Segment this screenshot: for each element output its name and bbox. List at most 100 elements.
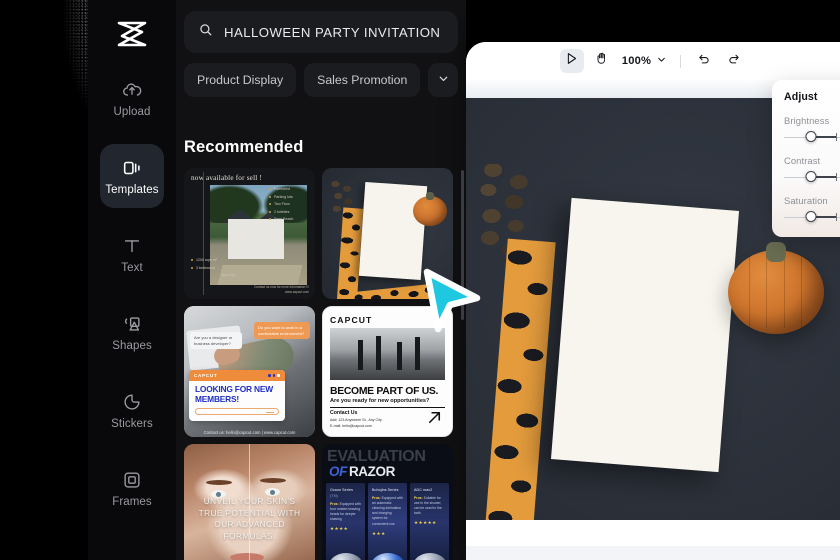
- template-photo: [330, 328, 445, 380]
- template-footer: Contact us now for more information !!! …: [254, 285, 309, 295]
- slider-thumb[interactable]: [805, 211, 817, 222]
- sidebar-item-frames[interactable]: Frames: [100, 456, 164, 520]
- frames-icon: [121, 468, 143, 492]
- text-icon: [121, 234, 143, 258]
- filter-expand-button[interactable]: [428, 63, 458, 97]
- slider-tick: [835, 173, 838, 181]
- section-title: Recommended: [184, 138, 304, 156]
- slider-tick: [835, 133, 838, 141]
- sidebar-item-shapes[interactable]: Shapes: [100, 300, 164, 364]
- slider-thumb[interactable]: [805, 131, 817, 142]
- saturation-slider[interactable]: [784, 211, 840, 223]
- template-card-skincare[interactable]: UNVEIL YOUR SKIN'S TRUE POTENTIAL WITH O…: [184, 444, 315, 560]
- hand-icon: [594, 51, 609, 71]
- sidebar-item-label: Text: [121, 261, 143, 274]
- panel-scrollbar[interactable]: [461, 170, 464, 320]
- template-headline: LOOKING FOR NEW MEMBERS!: [195, 384, 273, 404]
- sidebar-item-templates[interactable]: Templates: [100, 144, 164, 208]
- adjust-panel: Adjust Brightness Contrast Saturation: [772, 80, 840, 237]
- select-tool-button[interactable]: [559, 49, 584, 73]
- slider-tick: [835, 213, 838, 221]
- template-grid: now available for sell ! Furnished Parki…: [184, 168, 466, 560]
- template-input-decor: [195, 408, 279, 415]
- search-value: HALLOWEEN PARTY INVITATION: [224, 24, 441, 40]
- pumpkin-decor: [728, 242, 824, 334]
- redo-icon: [727, 52, 741, 71]
- slider-label: Brightness: [784, 115, 830, 126]
- adjust-row-brightness: Brightness: [784, 115, 840, 143]
- undo-icon: [697, 52, 711, 71]
- left-nav-rail: Upload Templates Text Shapes Stickers Fr…: [88, 0, 176, 560]
- speech-bubble-left: Are you a designer or business developer…: [190, 332, 242, 350]
- slider-label: Contrast: [784, 155, 821, 166]
- sidebar-item-label: Shapes: [112, 339, 152, 352]
- rail-items: Upload Templates Text Shapes Stickers Fr…: [88, 66, 176, 534]
- sidebar-item-label: Frames: [112, 495, 152, 508]
- template-feature-list: Furnished Parking lots Two Floor 2 toile…: [269, 187, 309, 225]
- template-headline: UNVEIL YOUR SKIN'S TRUE POTENTIAL WITH O…: [198, 496, 301, 541]
- template-card-real-estate[interactable]: now available for sell ! Furnished Parki…: [184, 168, 315, 299]
- template-contact-lines: Add: 123 Anywhere St., Any City E-mail: …: [330, 418, 382, 428]
- search-input[interactable]: HALLOWEEN PARTY INVITATION: [184, 11, 458, 53]
- template-bullet-list: 1200 sqm m² 3 bedrooms Any City: [191, 258, 235, 281]
- template-brand: CAPCUT: [194, 373, 218, 379]
- canvas-footer: [466, 520, 840, 560]
- template-contact-title: Contact Us: [330, 410, 358, 416]
- canvas-toolbar: 100%: [466, 42, 840, 80]
- template-callout-card: CAPCUT LOOKING FOR NEW MEMBERS!: [189, 370, 285, 421]
- template-card-razor-evaluation[interactable]: EVALUATION OF RAZOR Ocaun Series (TM) Pro…: [322, 444, 453, 560]
- template-brand: CAPCUT: [330, 315, 373, 325]
- arrow-up-right-icon: [425, 408, 444, 427]
- sticker-icon: [121, 390, 143, 414]
- comparison-column: ADC max2 Pros: Suitable for use in the s…: [410, 483, 449, 560]
- sidebar-item-upload[interactable]: Upload: [100, 66, 164, 130]
- dots-decor: [268, 374, 280, 377]
- redo-button[interactable]: [722, 49, 746, 73]
- sidebar-item-label: Stickers: [111, 417, 153, 430]
- template-title-bottom: OF RAZOR: [329, 464, 395, 479]
- comparison-columns: Ocaun Series (TM) Pros: Equipped with fo…: [326, 483, 449, 560]
- chevron-down-icon: [656, 52, 667, 70]
- chevron-down-icon: [437, 72, 450, 88]
- template-card-halloween-invitation[interactable]: [322, 168, 453, 299]
- sidebar-item-label: Templates: [105, 183, 159, 196]
- contrast-slider[interactable]: [784, 171, 840, 183]
- templates-panel: HALLOWEEN PARTY INVITATION Product Displ…: [176, 0, 466, 560]
- filter-chip-row: Product Display Sales Promotion: [184, 63, 458, 97]
- adjust-row-saturation: Saturation: [784, 195, 840, 223]
- slider-label: Saturation: [784, 195, 828, 206]
- shapes-icon: [121, 312, 143, 336]
- sidebar-item-label: Upload: [113, 105, 151, 118]
- templates-icon: [121, 156, 143, 180]
- comparison-column: Ocaun Series (TM) Pros: Equipped with fo…: [326, 483, 365, 560]
- blank-invitation-card[interactable]: [550, 197, 740, 473]
- app-root: Upload Templates Text Shapes Stickers Fr…: [0, 0, 840, 560]
- template-subhead: Are you ready for new opportunities?: [330, 398, 430, 404]
- template-card-new-members[interactable]: Are you a designer or business developer…: [184, 306, 315, 437]
- upload-cloud-icon: [121, 78, 143, 102]
- template-card-become-part-of-us[interactable]: CAPCUT BECOME PART OF US. Are you ready …: [322, 306, 453, 437]
- sidebar-item-text[interactable]: Text: [100, 222, 164, 286]
- filter-chip-sales-promotion[interactable]: Sales Promotion: [304, 63, 421, 97]
- zoom-control[interactable]: 100%: [620, 52, 669, 70]
- cursor-arrow-icon: [564, 51, 579, 71]
- adjust-title: Adjust: [784, 91, 818, 103]
- blank-invitation-card: [358, 181, 428, 281]
- zoom-level-value: 100%: [621, 55, 652, 67]
- comparison-column: Bohojins Series Pros: Equipped with an a…: [368, 483, 407, 560]
- slider-thumb[interactable]: [805, 171, 817, 182]
- filter-chip-product-display[interactable]: Product Display: [184, 63, 297, 97]
- capcut-logo-icon[interactable]: [88, 14, 176, 54]
- template-headline: now available for sell !: [191, 174, 263, 182]
- adjust-row-contrast: Contrast: [784, 155, 840, 183]
- brightness-slider[interactable]: [784, 131, 840, 143]
- toolbar-divider: [680, 54, 682, 68]
- speech-bubble-right: Do you want to work in a comfortable env…: [254, 322, 310, 340]
- hand-tool-button[interactable]: [590, 49, 614, 73]
- template-footer: Contact us: hello@capcut.com | www.capcu…: [203, 430, 296, 435]
- sidebar-item-stickers[interactable]: Stickers: [100, 378, 164, 442]
- pumpkin-decor: [413, 192, 447, 226]
- chip-label: Sales Promotion: [317, 73, 408, 87]
- undo-button[interactable]: [692, 49, 716, 73]
- template-headline: BECOME PART OF US.: [330, 386, 439, 397]
